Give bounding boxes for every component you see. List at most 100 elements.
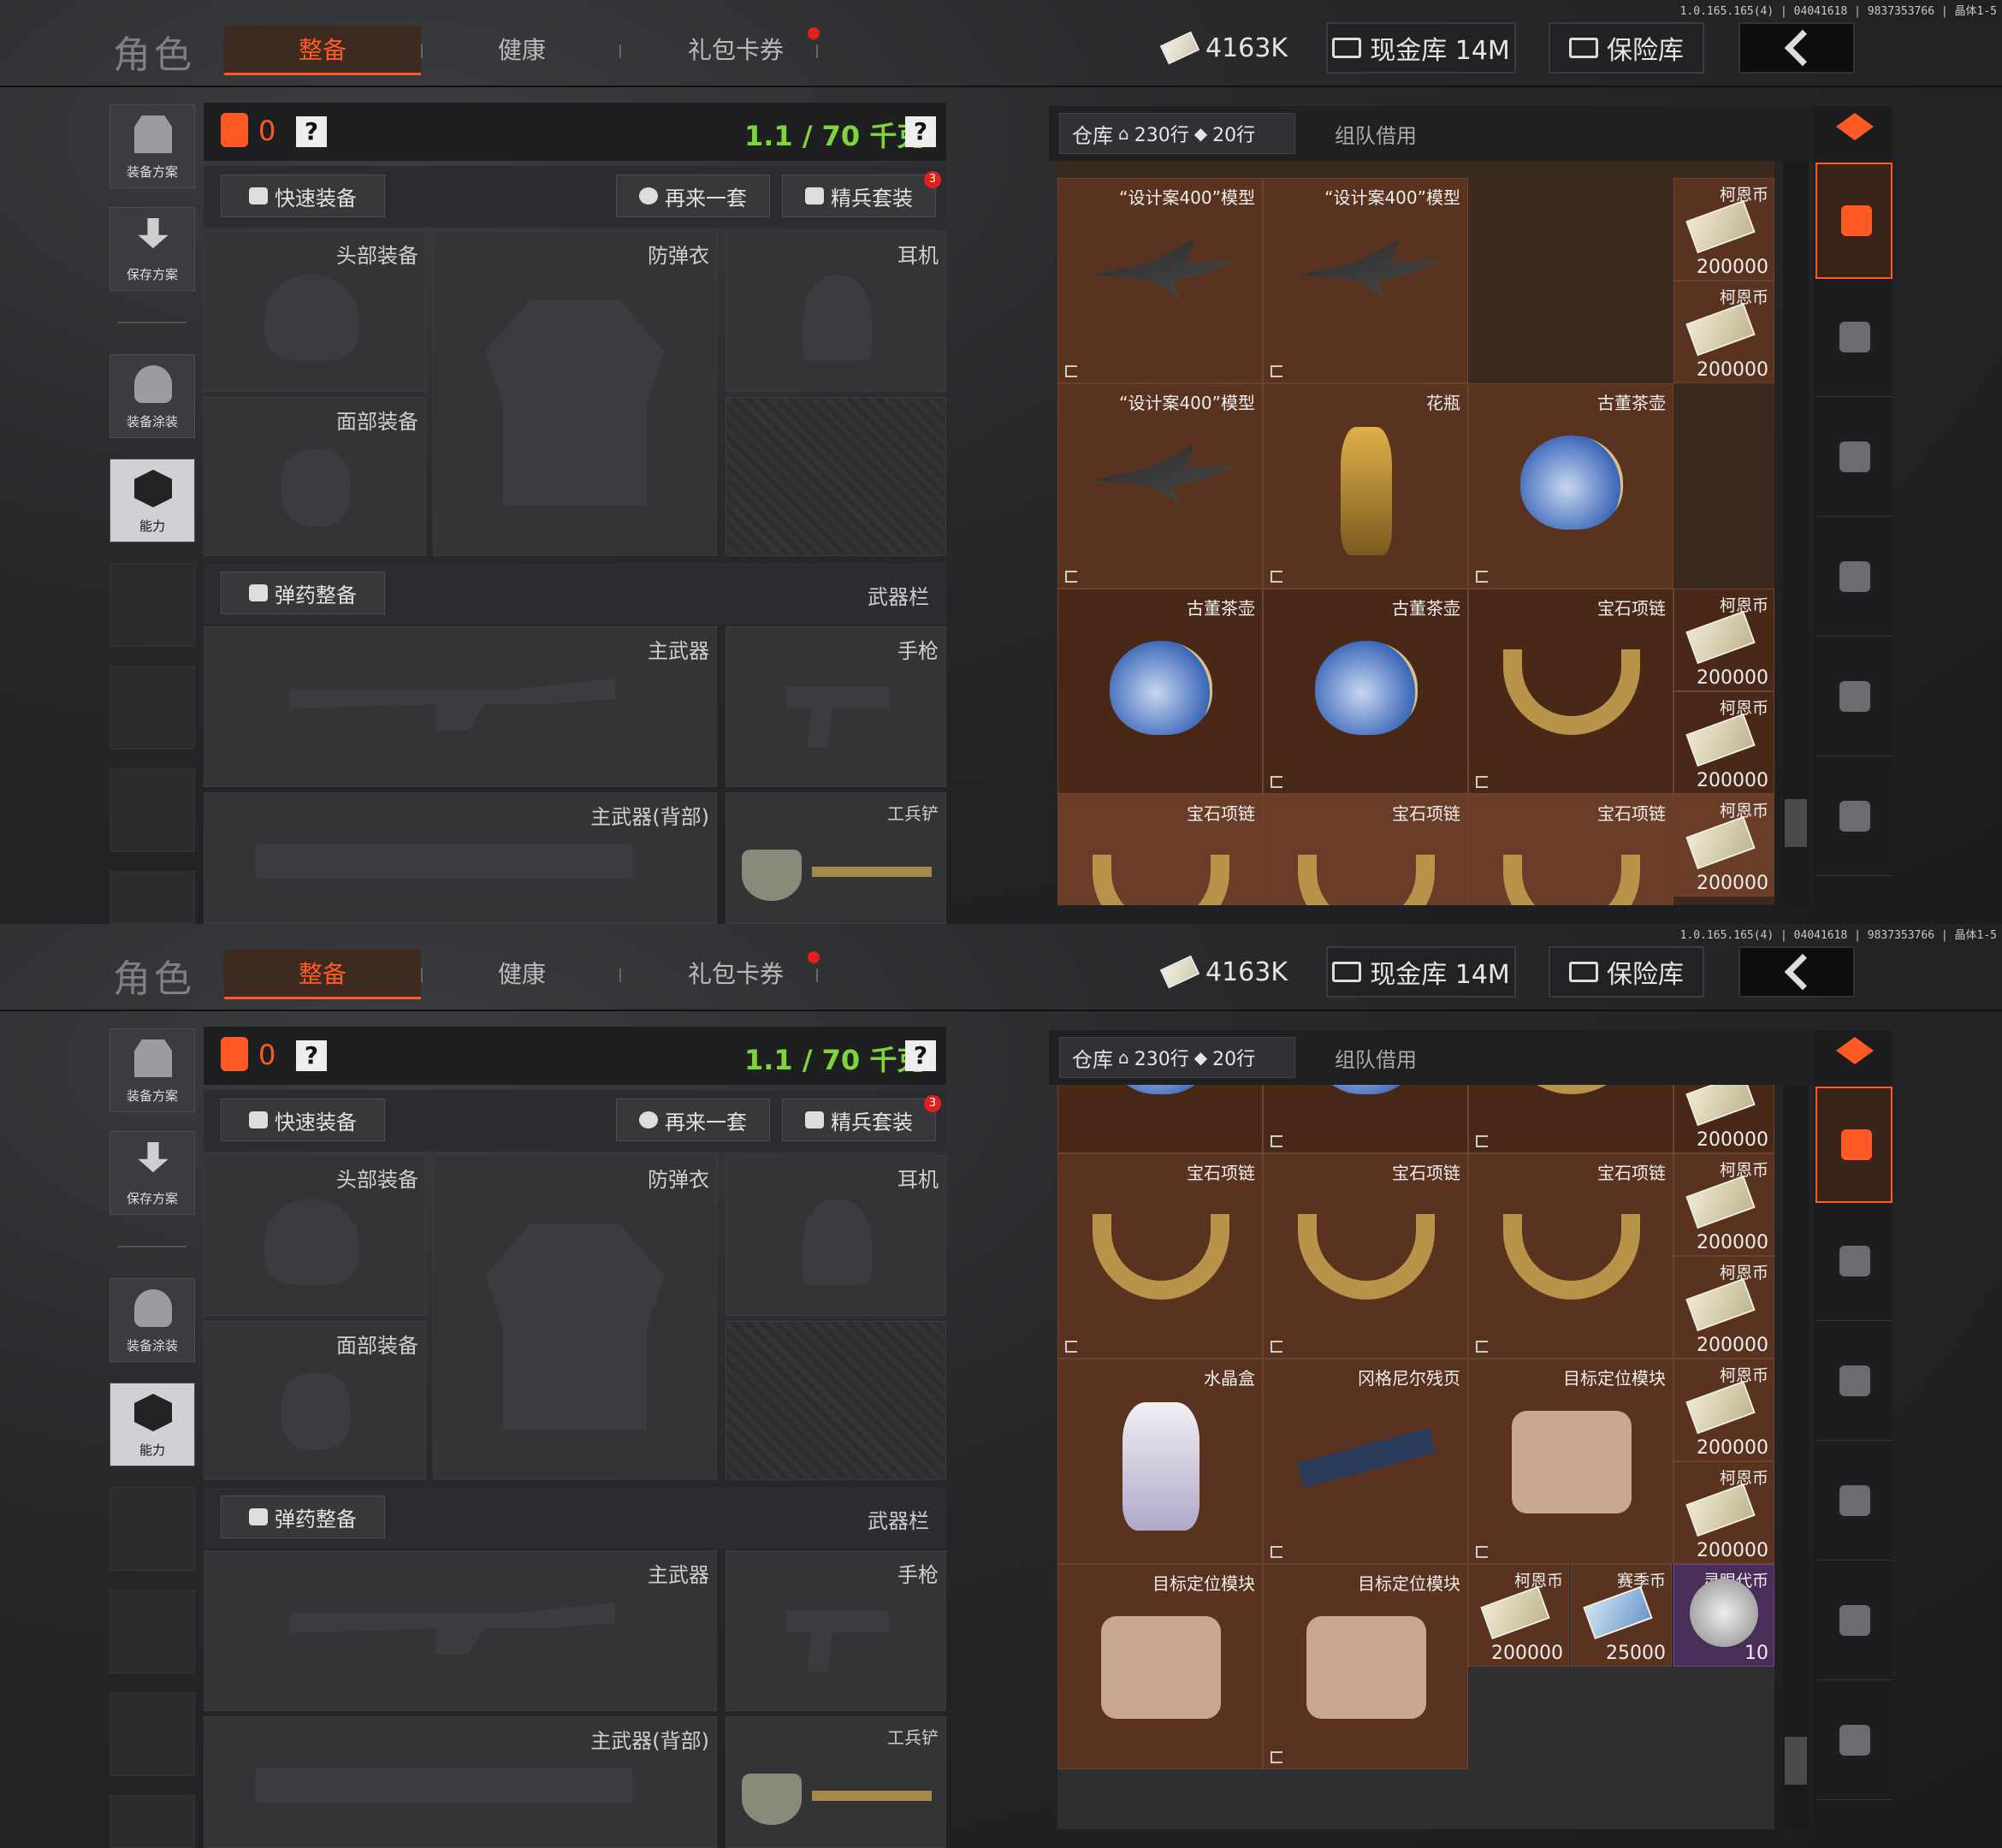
item-cell[interactable]: 宝石项链: [1263, 1153, 1468, 1359]
nav-ability[interactable]: 能力: [110, 459, 195, 542]
item-cell[interactable]: “设计案400”模型: [1057, 178, 1263, 383]
head-slot[interactable]: 头部装备: [204, 1155, 426, 1316]
help-button[interactable]: ?: [296, 1040, 327, 1071]
category-rifle[interactable]: [1815, 400, 1892, 517]
item-cell[interactable]: 冈格尼尔残页: [1263, 1359, 1468, 1564]
primary-slot[interactable]: 主武器: [204, 626, 717, 787]
category-gear[interactable]: [1815, 1684, 1892, 1800]
back-button[interactable]: [1738, 22, 1855, 74]
category-all[interactable]: [1815, 1087, 1892, 1203]
tab-equip[interactable]: 整备: [224, 26, 421, 75]
item-cell[interactable]: 古董茶壶: [1468, 383, 1673, 589]
weight-help-button[interactable]: ?: [905, 1040, 936, 1071]
tab-equip[interactable]: 整备: [224, 950, 421, 999]
tab-gift[interactable]: 礼包卡券: [650, 950, 821, 999]
category-helmet[interactable]: [1815, 281, 1892, 397]
scrollbar[interactable]: [1783, 1085, 1809, 1829]
shovel-slot[interactable]: 工兵铲: [726, 1716, 946, 1848]
item-cell[interactable]: [1468, 1085, 1673, 1153]
shovel-slot[interactable]: 工兵铲: [726, 792, 946, 924]
quick-equip-button[interactable]: 快速装备: [221, 175, 385, 217]
nav-skin[interactable]: 装备涂装: [110, 1278, 195, 1362]
team-borrow-tab[interactable]: 组队借用: [1318, 113, 1434, 154]
team-borrow-tab[interactable]: 组队借用: [1318, 1037, 1434, 1078]
tab-health[interactable]: 健康: [462, 26, 582, 75]
item-cell[interactable]: 宝石项链: [1468, 1153, 1673, 1359]
item-cell[interactable]: 宝石项链: [1468, 589, 1673, 794]
item-cell[interactable]: 古董茶壶: [1057, 589, 1263, 794]
coin-cell[interactable]: 柯恩币 200000: [1673, 794, 1774, 897]
item-cell[interactable]: “设计案400”模型: [1057, 383, 1263, 589]
coin-cell[interactable]: 柯恩币 200000: [1673, 1359, 1774, 1461]
item-cell[interactable]: “设计案400”模型: [1263, 178, 1468, 383]
category-all[interactable]: [1815, 163, 1892, 279]
vest-slot[interactable]: 防弹衣: [433, 1155, 717, 1480]
item-cell[interactable]: 水晶盒: [1057, 1359, 1263, 1564]
warehouse-tab[interactable]: 仓库 ⌂ 230行 ◆ 20行: [1059, 113, 1295, 154]
item-cell[interactable]: 宝石项链: [1057, 794, 1263, 905]
nav-loadout[interactable]: 装备方案: [110, 104, 195, 188]
item-cell[interactable]: [1057, 1085, 1263, 1153]
face-slot[interactable]: 面部装备: [204, 1321, 426, 1480]
pistol-slot[interactable]: 手枪: [726, 626, 946, 787]
coin-cell[interactable]: 柯恩币 200000: [1673, 691, 1774, 794]
nav-save[interactable]: 保存方案: [110, 1131, 195, 1215]
category-ammo[interactable]: [1815, 1564, 1892, 1680]
coin-cell[interactable]: 柯恩币 200000: [1673, 1153, 1774, 1256]
category-rifle[interactable]: [1815, 1324, 1892, 1441]
nav-ability[interactable]: 能力: [110, 1383, 195, 1466]
primary-back-slot[interactable]: 主武器(背部): [204, 1716, 717, 1848]
category-mag[interactable]: [1815, 1444, 1892, 1561]
ear-slot[interactable]: 耳机: [726, 231, 946, 392]
coin-cell[interactable]: 柯恩币 200000: [1673, 589, 1774, 691]
again-button[interactable]: 再来一套: [616, 1099, 770, 1141]
item-cell[interactable]: 宝石项链: [1057, 1153, 1263, 1359]
coin-cell[interactable]: 柯恩币 200000: [1673, 1256, 1774, 1359]
ammo-button[interactable]: 弹药整备: [221, 572, 385, 614]
item-cell[interactable]: 古董茶壶: [1263, 589, 1468, 794]
safe-button[interactable]: 保险库: [1549, 22, 1704, 74]
category-mag[interactable]: [1815, 520, 1892, 637]
primary-back-slot[interactable]: 主武器(背部): [204, 792, 717, 924]
primary-slot[interactable]: 主武器: [204, 1550, 717, 1711]
item-cell[interactable]: 宝石项链: [1263, 794, 1468, 905]
head-slot[interactable]: 头部装备: [204, 231, 426, 392]
nav-loadout[interactable]: 装备方案: [110, 1028, 195, 1112]
category-gear[interactable]: [1815, 760, 1892, 876]
help-button[interactable]: ?: [296, 116, 327, 147]
item-cell[interactable]: 目标定位模块: [1263, 1564, 1468, 1769]
item-cell[interactable]: 目标定位模块: [1057, 1564, 1263, 1769]
nav-save[interactable]: 保存方案: [110, 207, 195, 291]
coin-cell[interactable]: 柯恩币 200000: [1673, 178, 1774, 281]
elite-button[interactable]: 精兵套装: [782, 1099, 936, 1141]
tab-health[interactable]: 健康: [462, 950, 582, 999]
scroll-thumb[interactable]: [1785, 799, 1807, 847]
category-helmet[interactable]: [1815, 1205, 1892, 1321]
cash-vault-button[interactable]: 现金库 14M: [1326, 946, 1516, 998]
tab-gift[interactable]: 礼包卡券: [650, 26, 821, 75]
back-button[interactable]: [1738, 946, 1855, 998]
warehouse-tab[interactable]: 仓库 ⌂ 230行 ◆ 20行: [1059, 1037, 1295, 1078]
pistol-slot[interactable]: 手枪: [726, 1550, 946, 1711]
quick-equip-button[interactable]: 快速装备: [221, 1099, 385, 1141]
coin-cell[interactable]: 柯恩币 200000: [1673, 281, 1774, 383]
elite-button[interactable]: 精兵套装: [782, 175, 936, 217]
coin-cell[interactable]: 200000: [1673, 1085, 1774, 1153]
weight-help-button[interactable]: ?: [905, 116, 936, 147]
item-cell[interactable]: 花瓶: [1263, 383, 1468, 589]
again-button[interactable]: 再来一套: [616, 175, 770, 217]
ammo-button[interactable]: 弹药整备: [221, 1496, 385, 1538]
face-slot[interactable]: 面部装备: [204, 397, 426, 556]
item-cell[interactable]: [1263, 1085, 1468, 1153]
coin-cell[interactable]: 柯恩币 200000: [1673, 1461, 1774, 1564]
cash-vault-button[interactable]: 现金库 14M: [1326, 22, 1516, 74]
season-coin-cell[interactable]: 赛季币 25000: [1571, 1564, 1672, 1667]
coin-cell[interactable]: 柯恩币 200000: [1468, 1564, 1569, 1667]
category-ammo[interactable]: [1815, 640, 1892, 756]
ear-slot[interactable]: 耳机: [726, 1155, 946, 1316]
item-cell[interactable]: 目标定位模块: [1468, 1359, 1673, 1564]
safe-button[interactable]: 保险库: [1549, 946, 1704, 998]
item-cell[interactable]: 宝石项链: [1468, 794, 1673, 905]
scroll-thumb[interactable]: [1785, 1737, 1807, 1785]
nav-skin[interactable]: 装备涂装: [110, 354, 195, 438]
